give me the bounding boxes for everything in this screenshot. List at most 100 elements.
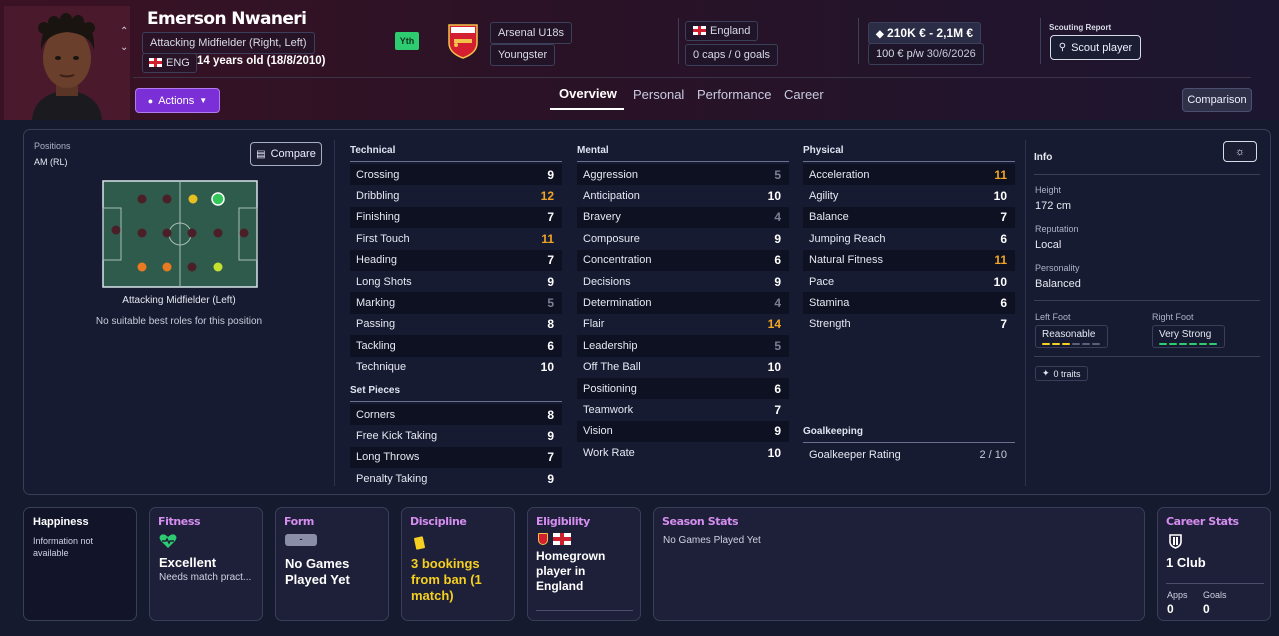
attribute-value: 6 (774, 253, 781, 268)
tab-career[interactable]: Career (784, 87, 824, 102)
form-value: No Games Played Yet (285, 556, 350, 587)
attribute-row[interactable]: Aggression 5 (577, 164, 789, 186)
attribute-row[interactable]: Jumping Reach 6 (803, 228, 1015, 249)
player-value: 210K € - 2,1M € (887, 26, 974, 40)
attribute-row[interactable]: Decisions 9 (577, 271, 789, 292)
attribute-row[interactable]: Concentration 6 (577, 249, 789, 271)
prev-player-icon[interactable]: ⌃ (120, 26, 128, 37)
form-card[interactable]: Form - No Games Played Yet (275, 507, 389, 621)
attribute-row[interactable]: Marking 5 (350, 292, 562, 314)
attribute-value: 6 (774, 381, 781, 396)
compare-icon: ▤ (256, 148, 266, 160)
divider (350, 401, 562, 402)
right-foot-box: Very Strong (1152, 325, 1225, 348)
compare-button[interactable]: ▤ Compare (250, 142, 322, 166)
tab-performance[interactable]: Performance (697, 87, 771, 102)
attribute-name: Technique (356, 361, 407, 374)
attribute-row[interactable]: Flair 14 (577, 314, 789, 335)
actions-label: Actions (158, 94, 195, 107)
attribute-value: 7 (774, 403, 781, 418)
attribute-name: Off The Ball (583, 361, 641, 374)
attribute-value: 9 (774, 424, 781, 439)
attribute-value: 8 (547, 317, 554, 332)
traits-chip[interactable]: ✦ 0 traits (1035, 366, 1088, 381)
caps-chip: 0 caps / 0 goals (685, 44, 779, 66)
divider (678, 18, 679, 64)
club-crest-small-icon (538, 533, 548, 545)
season-stats-card[interactable]: Season Stats No Games Played Yet (653, 507, 1145, 621)
attribute-name: Teamwork (583, 404, 634, 417)
attribute-row[interactable]: Crossing 9 (350, 164, 562, 186)
goalkeeping-title: Goalkeeping (803, 426, 864, 437)
happiness-card[interactable]: Happiness Information not available (23, 507, 137, 621)
attribute-row[interactable]: Tackling 6 (350, 335, 562, 357)
info-settings-button[interactable]: ☼ (1223, 141, 1257, 162)
discipline-card[interactable]: Discipline 3 bookings from ban (1 match) (401, 507, 515, 621)
nationality-chip[interactable]: England (685, 21, 759, 41)
attribute-row[interactable]: Acceleration 11 (803, 164, 1015, 186)
attribute-row[interactable]: Finishing 7 (350, 206, 562, 229)
career-stats-title: Career Stats (1166, 515, 1239, 528)
career-stats-card[interactable]: Career Stats 1 Club Apps 0 Goals 0 (1157, 507, 1271, 621)
attribute-row[interactable]: Off The Ball 10 (577, 357, 789, 378)
attribute-row[interactable]: Pace 10 (803, 271, 1015, 292)
attribute-row[interactable]: Positioning 6 (577, 378, 789, 400)
apps-value: 0 (1167, 602, 1174, 616)
attribute-name: Anticipation (583, 190, 640, 203)
attribute-row[interactable]: Composure 9 (577, 228, 789, 249)
attribute-row[interactable]: Agility 10 (803, 185, 1015, 206)
attribute-name: Long Shots (356, 275, 412, 288)
attribute-row[interactable]: Technique 10 (350, 357, 562, 378)
attribute-row[interactable]: Vision 9 (577, 420, 789, 443)
attribute-row[interactable]: Bravery 4 (577, 206, 789, 229)
attribute-row[interactable]: Long Shots 9 (350, 271, 562, 292)
attribute-row[interactable]: Teamwork 7 (577, 399, 789, 420)
attribute-row[interactable]: Long Throws 7 (350, 446, 562, 469)
attribute-row[interactable]: Determination 4 (577, 292, 789, 314)
divider (803, 442, 1015, 443)
attribute-row[interactable]: Passing 8 (350, 314, 562, 335)
attribute-name: Aggression (583, 168, 639, 181)
attribute-row[interactable]: First Touch 11 (350, 228, 562, 249)
attribute-row[interactable]: Leadership 5 (577, 335, 789, 357)
fitness-value: Excellent (159, 555, 217, 570)
attribute-name: Positioning (583, 382, 637, 395)
fitness-card[interactable]: Fitness Excellent Needs match pract... (149, 507, 263, 621)
actions-button[interactable]: ● Actions ▼ (135, 88, 220, 113)
scout-player-button[interactable]: ⚲ Scout player (1050, 35, 1141, 60)
attribute-name: First Touch (356, 232, 410, 245)
attribute-row[interactable]: Free Kick Taking 9 (350, 425, 562, 446)
player-photo (4, 6, 130, 120)
divider (1034, 174, 1260, 175)
attribute-row[interactable]: Anticipation 10 (577, 185, 789, 206)
left-foot-label: Left Foot (1035, 312, 1071, 322)
attribute-row[interactable]: Work Rate 10 (577, 442, 789, 463)
next-player-icon[interactable]: ⌄ (120, 42, 128, 53)
attribute-row[interactable]: Dribbling 12 (350, 185, 562, 206)
attribute-value: 7 (1000, 317, 1007, 332)
attribute-row[interactable]: Corners 8 (350, 404, 562, 426)
divider (803, 161, 1015, 162)
attribute-name: Natural Fitness (809, 254, 883, 267)
attribute-name: Work Rate (583, 446, 635, 459)
attribute-row[interactable]: Balance 7 (803, 206, 1015, 229)
attribute-name: Marking (356, 297, 396, 310)
attribute-row[interactable]: Penalty Taking 9 (350, 468, 562, 489)
attribute-row[interactable]: Stamina 6 (803, 292, 1015, 314)
happiness-title: Happiness (33, 516, 89, 528)
club-name[interactable]: Arsenal U18s (490, 22, 573, 44)
meter-segment (1179, 343, 1187, 345)
eligibility-card[interactable]: Eligibility Homegrown player in England (527, 507, 641, 621)
attribute-value: 7 (547, 210, 554, 225)
goalkeeper-rating-label: Goalkeeper Rating (809, 448, 901, 461)
attribute-value: 9 (774, 231, 781, 246)
attribute-row[interactable]: Natural Fitness 11 (803, 249, 1015, 271)
attribute-name: Passing (356, 318, 396, 331)
attribute-value: 9 (547, 167, 554, 182)
comparison-button[interactable]: Comparison (1182, 88, 1252, 112)
attribute-row[interactable]: Strength 7 (803, 314, 1015, 335)
tab-personal[interactable]: Personal (633, 87, 684, 102)
tab-overview[interactable]: Overview (559, 86, 617, 101)
attribute-row[interactable]: Heading 7 (350, 249, 562, 271)
attribute-name: Corners (356, 408, 396, 421)
